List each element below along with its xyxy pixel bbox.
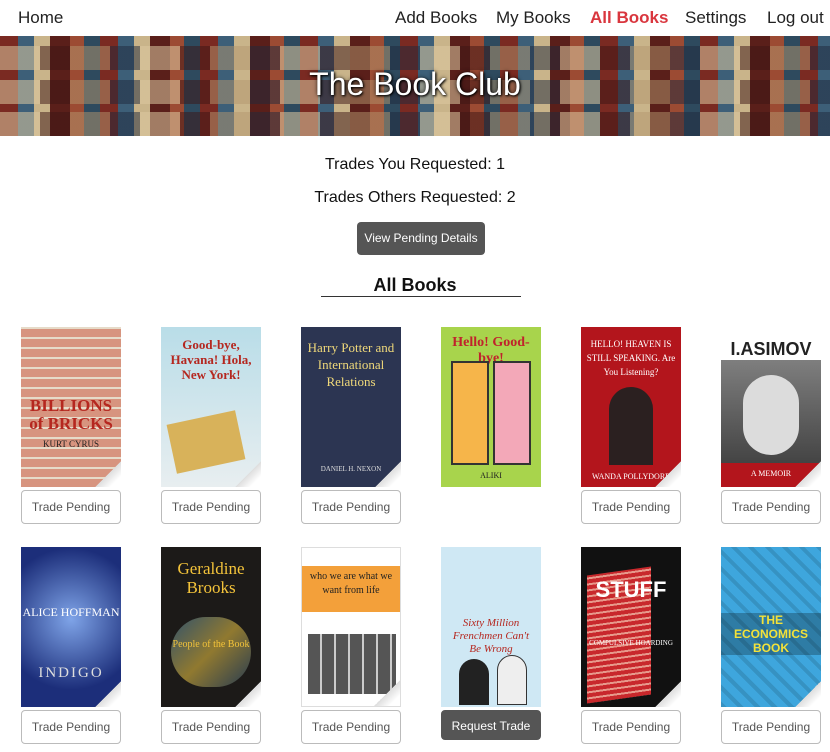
section-title: All Books <box>373 275 457 295</box>
cover-illustration <box>171 617 251 687</box>
book-cover[interactable]: Harry Potter and International Relations… <box>301 327 401 487</box>
cover-title: INDIGO <box>38 665 104 681</box>
page-curl <box>95 681 121 707</box>
book-cover[interactable]: THE ECONOMICS BOOK <box>721 547 821 707</box>
nav-my-books[interactable]: My Books <box>496 8 571 28</box>
cover-illustration <box>459 659 489 705</box>
cover-title: Sixty Million Frenchmen Can't Be Wrong <box>452 617 530 655</box>
cover-author: ALIKI <box>480 471 502 480</box>
trade-pending-button[interactable]: Trade Pending <box>581 710 681 744</box>
book-cover[interactable]: Geraldine Brooks People of the Book <box>161 547 261 707</box>
page-curl <box>235 461 261 487</box>
cover-illustration <box>497 655 527 705</box>
trade-pending-button[interactable]: Trade Pending <box>721 710 821 744</box>
section-divider <box>321 296 521 297</box>
trade-pending-button[interactable]: Trade Pending <box>721 490 821 524</box>
cover-title: HELLO! HEAVEN IS STILL SPEAKING. Are You… <box>586 339 676 377</box>
cover-subtitle: People of the Book <box>172 639 250 650</box>
cover-subtitle: COMPULSIVE HOARDING <box>589 639 673 647</box>
book-cover[interactable]: HELLO! HEAVEN IS STILL SPEAKING. Are You… <box>581 327 681 487</box>
cover-illustration <box>493 361 531 465</box>
hero-title: The Book Club <box>309 66 521 102</box>
page-curl <box>795 461 821 487</box>
page-curl <box>795 681 821 707</box>
book-cover[interactable]: who we are what we want from life <box>301 547 401 707</box>
page-curl <box>235 681 261 707</box>
nav-settings[interactable]: Settings <box>685 8 746 28</box>
page-curl <box>655 461 681 487</box>
cover-title: Geraldine Brooks <box>177 559 245 597</box>
cover-title: Good-bye, Havana! Hola, New York! <box>170 337 252 382</box>
book-cover[interactable]: I.ASIMOV A MEMOIR <box>721 327 821 487</box>
cover-title: STUFF <box>595 577 667 602</box>
cover-title: BILLIONS of BRICKS <box>29 396 113 433</box>
trade-pending-button[interactable]: Trade Pending <box>581 490 681 524</box>
cover-illustration <box>166 410 246 474</box>
top-nav: Home Add Books My Books All Books Settin… <box>0 0 830 36</box>
trades-others-stat: Trades Others Requested: 2 <box>314 189 516 206</box>
cover-title: I.ASIMOV <box>721 339 821 360</box>
cover-illustration <box>451 361 489 465</box>
nav-add-books[interactable]: Add Books <box>395 8 477 28</box>
nav-logout[interactable]: Log out <box>767 8 824 28</box>
trade-pending-button[interactable]: Trade Pending <box>161 490 261 524</box>
trade-pending-button[interactable]: Trade Pending <box>21 490 121 524</box>
hero-shelf-band <box>0 112 830 136</box>
cover-title: THE ECONOMICS BOOK <box>721 613 821 655</box>
page-curl <box>374 680 400 706</box>
nav-home[interactable]: Home <box>18 8 63 28</box>
cover-title: Harry Potter and International Relations <box>307 340 395 389</box>
cover-author: KURT CYRUS <box>42 439 100 449</box>
request-trade-button[interactable]: Request Trade <box>441 710 541 740</box>
trade-pending-button[interactable]: Trade Pending <box>301 710 401 744</box>
cover-illustration <box>609 387 653 465</box>
cover-author: ALICE HOFFMAN <box>22 605 120 619</box>
view-pending-button[interactable]: View Pending Details <box>357 222 485 255</box>
trade-pending-button[interactable]: Trade Pending <box>301 490 401 524</box>
book-cover[interactable]: Good-bye, Havana! Hola, New York! <box>161 327 261 487</box>
cover-portrait <box>743 375 799 455</box>
book-cover[interactable]: Sixty Million Frenchmen Can't Be Wrong <box>441 547 541 707</box>
trades-requested-stat: Trades You Requested: 1 <box>325 156 505 173</box>
page-curl <box>655 681 681 707</box>
page-curl <box>95 461 121 487</box>
book-cover[interactable]: STUFF COMPULSIVE HOARDING <box>581 547 681 707</box>
nav-all-books[interactable]: All Books <box>590 8 668 28</box>
trade-pending-button[interactable]: Trade Pending <box>21 710 121 744</box>
hero-banner: The Book Club <box>0 36 830 136</box>
book-cover[interactable]: ALICE HOFFMAN INDIGO <box>21 547 121 707</box>
book-cover[interactable]: BILLIONS of BRICKS KURT CYRUS <box>21 327 121 487</box>
book-cover[interactable]: Hello! Good-bye! ALIKI <box>441 327 541 487</box>
cover-title: who we are what we want from life <box>309 571 393 596</box>
page-curl <box>375 461 401 487</box>
trade-pending-button[interactable]: Trade Pending <box>161 710 261 744</box>
